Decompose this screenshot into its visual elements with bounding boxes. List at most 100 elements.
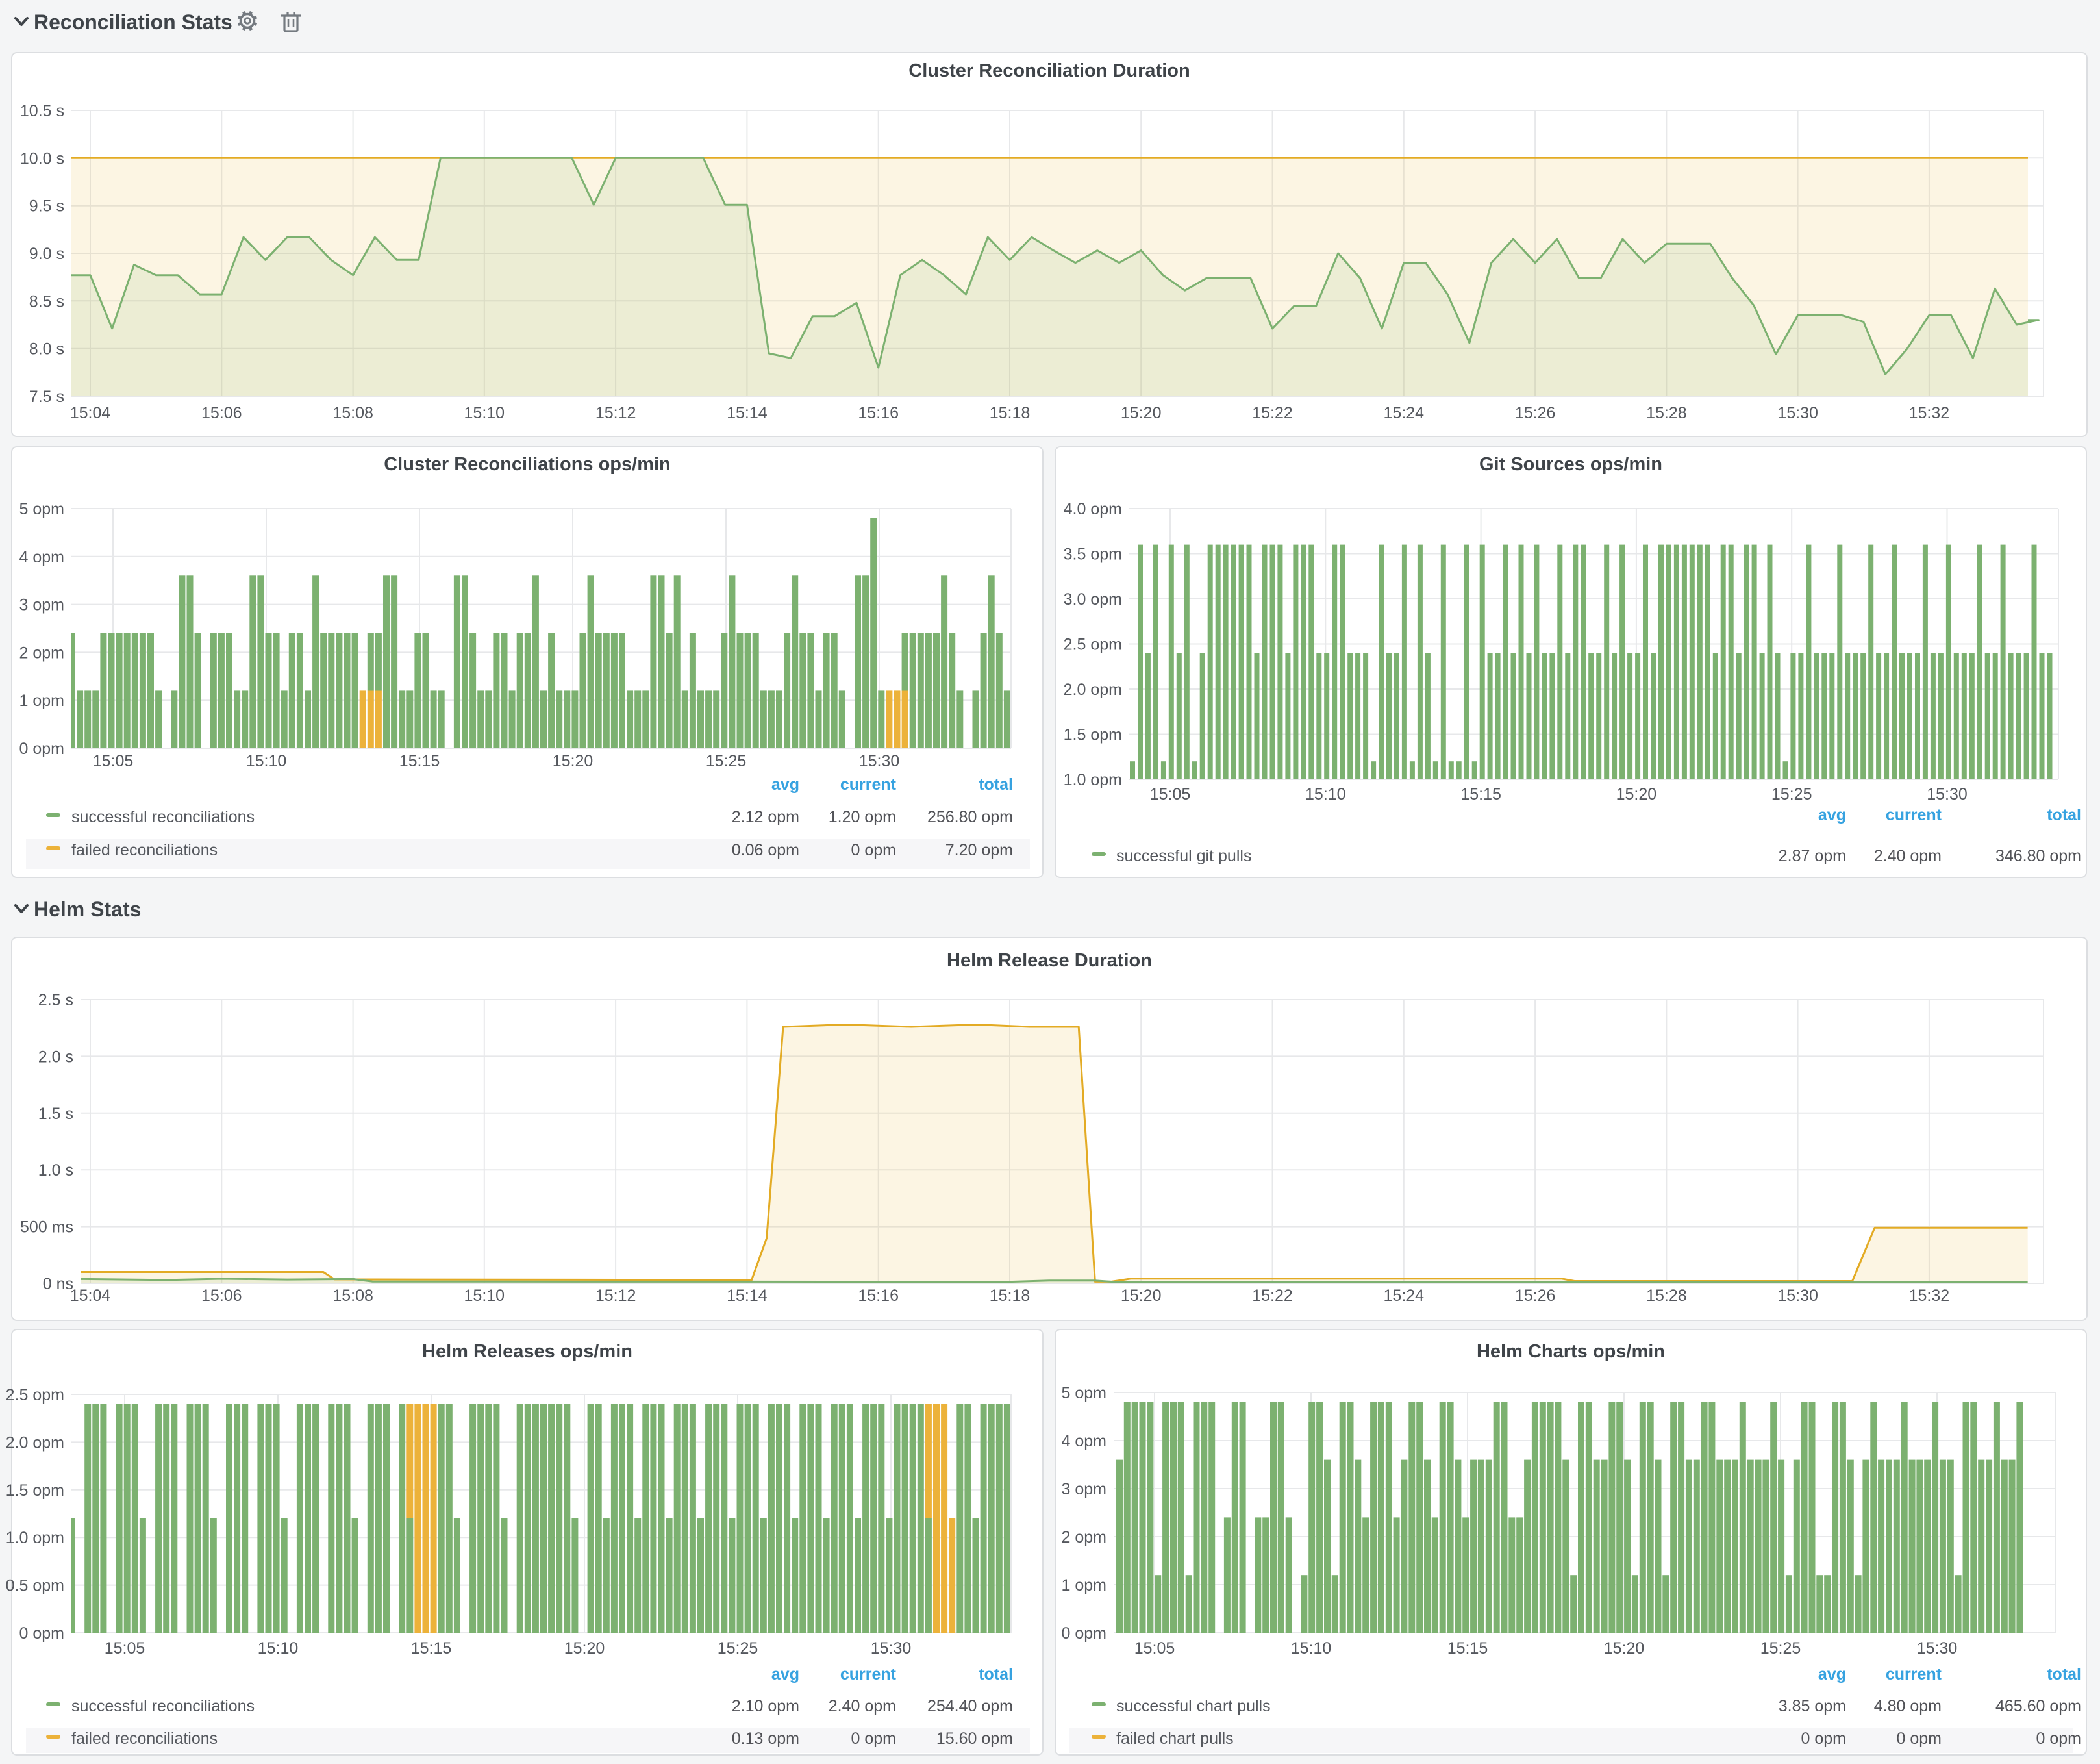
svg-text:15:22: 15:22	[1252, 404, 1293, 422]
svg-text:8.0 s: 8.0 s	[29, 340, 64, 359]
svg-text:failed reconciliations: failed reconciliations	[71, 1730, 218, 1748]
svg-text:total: total	[2047, 806, 2081, 824]
svg-text:15:32: 15:32	[1909, 1287, 1950, 1305]
svg-text:2 opm: 2 opm	[1062, 1528, 1106, 1546]
svg-text:avg: avg	[1818, 1665, 1846, 1683]
svg-text:15:15: 15:15	[399, 752, 440, 770]
svg-text:254.40 opm: 254.40 opm	[927, 1697, 1013, 1715]
svg-text:15:05: 15:05	[1150, 785, 1191, 803]
svg-text:9.0 s: 9.0 s	[29, 245, 64, 263]
svg-text:1.0 opm: 1.0 opm	[6, 1529, 64, 1547]
svg-text:4.0 opm: 4.0 opm	[1064, 500, 1122, 518]
svg-text:successful git pulls: successful git pulls	[1116, 847, 1251, 865]
svg-text:15:20: 15:20	[553, 752, 594, 770]
svg-text:2.0 s: 2.0 s	[38, 1048, 73, 1066]
svg-text:15:04: 15:04	[70, 1287, 111, 1305]
svg-text:0 opm: 0 opm	[1801, 1730, 1846, 1748]
svg-text:15:30: 15:30	[1777, 1287, 1818, 1305]
svg-text:15:25: 15:25	[1760, 1639, 1801, 1657]
svg-text:1.5 opm: 1.5 opm	[1064, 726, 1122, 744]
svg-text:15:08: 15:08	[332, 404, 373, 422]
svg-text:1.5 s: 1.5 s	[38, 1105, 73, 1123]
svg-text:0.06 opm: 0.06 opm	[732, 841, 799, 859]
svg-text:2.0 opm: 2.0 opm	[1064, 681, 1122, 699]
svg-text:15:25: 15:25	[706, 752, 747, 770]
svg-text:failed reconciliations: failed reconciliations	[71, 841, 218, 859]
svg-text:15:25: 15:25	[1771, 785, 1812, 803]
svg-text:15:10: 15:10	[258, 1639, 299, 1657]
svg-text:15:30: 15:30	[1927, 785, 1968, 803]
svg-text:15:16: 15:16	[858, 404, 899, 422]
svg-text:2.87 opm: 2.87 opm	[1779, 847, 1846, 865]
svg-text:15:15: 15:15	[411, 1639, 452, 1657]
svg-text:15:22: 15:22	[1252, 1287, 1293, 1305]
svg-text:15:24: 15:24	[1384, 404, 1425, 422]
svg-text:8.5 s: 8.5 s	[29, 292, 64, 310]
svg-text:Cluster Reconciliation Duratio: Cluster Reconciliation Duration	[908, 60, 1190, 81]
svg-text:15:26: 15:26	[1515, 1287, 1556, 1305]
svg-text:0 opm: 0 opm	[1897, 1730, 1942, 1748]
svg-text:2.40 opm: 2.40 opm	[829, 1697, 896, 1715]
svg-text:15:14: 15:14	[727, 1287, 768, 1305]
svg-text:3 opm: 3 opm	[19, 596, 64, 614]
svg-text:15:10: 15:10	[1305, 785, 1346, 803]
svg-text:2.10 opm: 2.10 opm	[732, 1697, 799, 1715]
svg-text:15:20: 15:20	[1121, 404, 1162, 422]
svg-text:15:05: 15:05	[105, 1639, 145, 1657]
svg-text:current: current	[840, 775, 897, 794]
svg-text:Reconciliation Stats: Reconciliation Stats	[34, 10, 232, 34]
svg-text:15:05: 15:05	[1134, 1639, 1175, 1657]
svg-text:15:20: 15:20	[564, 1639, 605, 1657]
svg-text:15:12: 15:12	[595, 1287, 636, 1305]
svg-text:15:30: 15:30	[1917, 1639, 1958, 1657]
svg-text:15:10: 15:10	[464, 1287, 505, 1305]
svg-text:1.0 s: 1.0 s	[38, 1161, 73, 1179]
svg-text:15:18: 15:18	[990, 1287, 1031, 1305]
svg-text:total: total	[979, 1665, 1013, 1683]
svg-text:total: total	[2047, 1665, 2081, 1683]
svg-text:10.0 s: 10.0 s	[20, 149, 64, 168]
svg-text:successful chart pulls: successful chart pulls	[1116, 1697, 1271, 1715]
svg-text:3.0 opm: 3.0 opm	[1064, 590, 1122, 609]
svg-text:Helm Stats: Helm Stats	[34, 898, 141, 921]
svg-text:5 opm: 5 opm	[19, 500, 64, 518]
svg-text:0 opm: 0 opm	[851, 841, 896, 859]
svg-text:500 ms: 500 ms	[20, 1218, 73, 1237]
svg-text:1.0 opm: 1.0 opm	[1064, 771, 1122, 789]
svg-text:2.12 opm: 2.12 opm	[732, 808, 799, 826]
svg-text:15:32: 15:32	[1909, 404, 1950, 422]
svg-text:15:16: 15:16	[858, 1287, 899, 1305]
svg-text:15:14: 15:14	[727, 404, 768, 422]
svg-text:current: current	[1886, 1665, 1942, 1683]
svg-text:1 opm: 1 opm	[1062, 1576, 1106, 1594]
svg-text:15:10: 15:10	[246, 752, 287, 770]
svg-text:15:26: 15:26	[1515, 404, 1556, 422]
svg-text:2.5 opm: 2.5 opm	[6, 1386, 64, 1404]
svg-text:3.85 opm: 3.85 opm	[1779, 1697, 1846, 1715]
svg-text:current: current	[1886, 806, 1942, 824]
svg-text:15:20: 15:20	[1616, 785, 1657, 803]
svg-text:avg: avg	[1818, 806, 1846, 824]
svg-text:avg: avg	[771, 775, 799, 794]
svg-text:15:24: 15:24	[1384, 1287, 1425, 1305]
svg-text:15:08: 15:08	[332, 1287, 373, 1305]
svg-text:0 opm: 0 opm	[19, 740, 64, 758]
svg-text:346.80 opm: 346.80 opm	[1995, 847, 2081, 865]
svg-text:failed chart pulls: failed chart pulls	[1116, 1730, 1234, 1748]
svg-text:15:06: 15:06	[201, 1287, 242, 1305]
svg-text:15:10: 15:10	[464, 404, 505, 422]
svg-text:4 opm: 4 opm	[1062, 1432, 1106, 1450]
svg-text:7.20 opm: 7.20 opm	[945, 841, 1013, 859]
svg-text:Cluster Reconciliations ops/mi: Cluster Reconciliations ops/min	[384, 454, 671, 475]
svg-text:15:18: 15:18	[990, 404, 1031, 422]
svg-text:15:06: 15:06	[201, 404, 242, 422]
svg-text:total: total	[979, 775, 1013, 794]
svg-text:256.80 opm: 256.80 opm	[927, 808, 1013, 826]
svg-text:9.5 s: 9.5 s	[29, 197, 64, 216]
svg-text:Git Sources ops/min: Git Sources ops/min	[1479, 454, 1662, 475]
svg-text:15:30: 15:30	[871, 1639, 912, 1657]
svg-text:465.60 opm: 465.60 opm	[1995, 1697, 2081, 1715]
svg-text:4 opm: 4 opm	[19, 548, 64, 566]
svg-text:2.5 s: 2.5 s	[38, 991, 73, 1009]
svg-text:15:25: 15:25	[718, 1639, 758, 1657]
